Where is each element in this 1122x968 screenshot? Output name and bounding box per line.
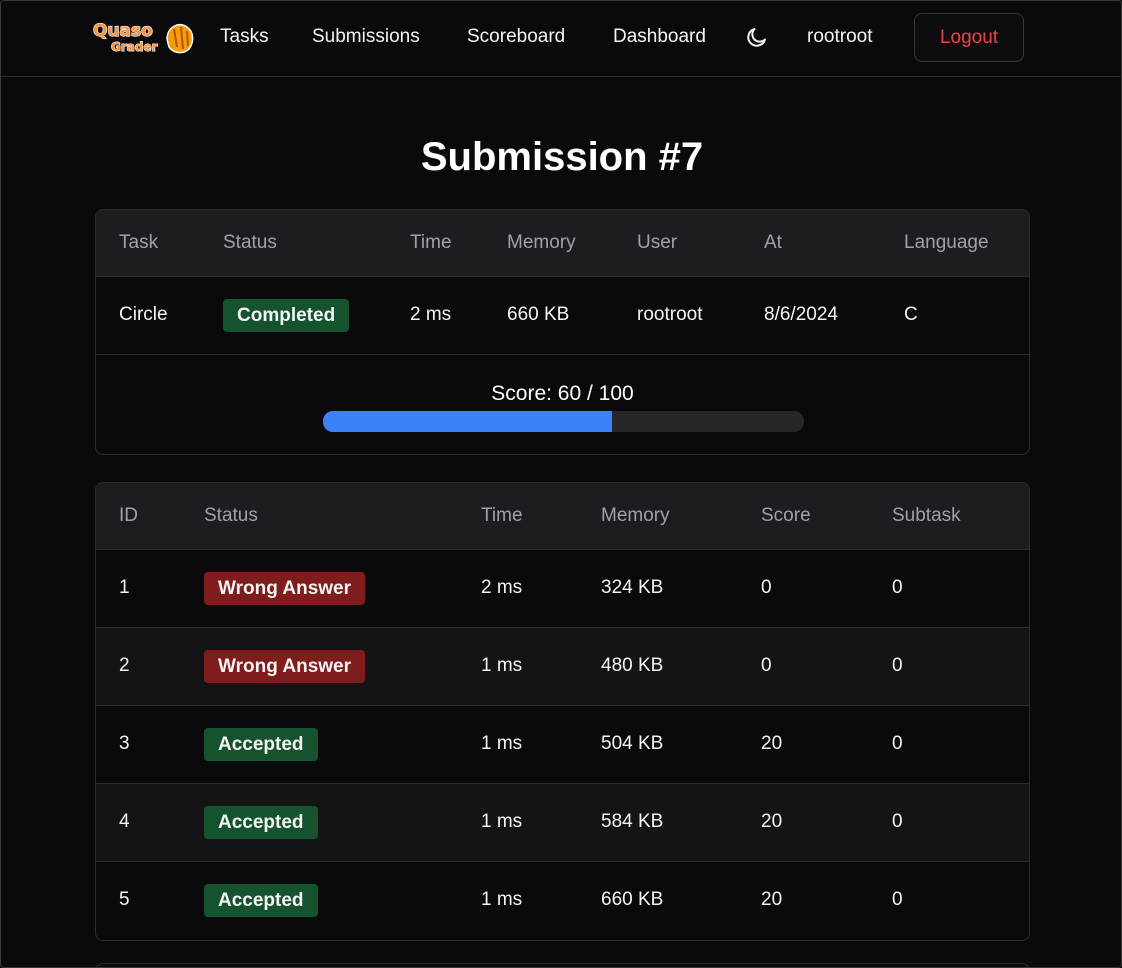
page-title: Submission #7 bbox=[420, 135, 704, 179]
table-row: 5 Accepted 1 ms 660 KB 20 0 bbox=[96, 862, 1029, 940]
testcases-header-row: ID Status Time Memory Score Subtask bbox=[96, 483, 1029, 550]
top-navbar: Quaso Grader Tasks Submissions Scoreboar… bbox=[1, 1, 1121, 77]
next-section-card bbox=[95, 963, 1030, 967]
testcase-score: 20 bbox=[761, 811, 783, 832]
table-row: 2 Wrong Answer 1 ms 480 KB 0 0 bbox=[96, 628, 1029, 706]
testcase-id: 1 bbox=[119, 577, 130, 598]
score-progress-bar bbox=[323, 411, 804, 432]
submitted-at-value: 8/6/2024 bbox=[764, 304, 838, 325]
nav-link-submissions[interactable]: Submissions bbox=[312, 25, 420, 49]
summary-header-row: Task Status Time Memory User At Language bbox=[96, 210, 1029, 277]
status-badge: Accepted bbox=[204, 806, 318, 839]
testcase-time: 1 ms bbox=[481, 733, 523, 754]
app-window: Quaso Grader Tasks Submissions Scoreboar… bbox=[0, 0, 1122, 968]
testcase-memory: 324 KB bbox=[601, 577, 664, 598]
quaso-grader-logo[interactable]: Quaso Grader bbox=[91, 17, 197, 57]
testcases-table-card: ID Status Time Memory Score Subtask 1 Wr… bbox=[95, 482, 1030, 941]
memory-value: 660 KB bbox=[507, 304, 570, 325]
testcase-score: 0 bbox=[761, 655, 772, 676]
testcase-memory: 584 KB bbox=[601, 811, 664, 832]
score-progress-fill bbox=[323, 411, 612, 432]
testcase-time: 1 ms bbox=[481, 811, 523, 832]
score-label: Score: 60 / 100 bbox=[491, 382, 634, 405]
testcase-time: 2 ms bbox=[481, 577, 523, 598]
status-badge: Wrong Answer bbox=[204, 572, 366, 605]
header-status: Status bbox=[204, 505, 258, 526]
testcase-subtask: 0 bbox=[892, 577, 903, 598]
testcase-score: 20 bbox=[761, 733, 783, 754]
status-badge: Wrong Answer bbox=[204, 650, 366, 683]
header-memory: Memory bbox=[507, 232, 576, 253]
table-row: 1 Wrong Answer 2 ms 324 KB 0 0 bbox=[96, 550, 1029, 628]
testcase-memory: 480 KB bbox=[601, 655, 664, 676]
testcase-subtask: 0 bbox=[892, 733, 903, 754]
header-task: Task bbox=[119, 232, 159, 253]
testcase-score: 20 bbox=[761, 889, 783, 910]
table-row: 4 Accepted 1 ms 584 KB 20 0 bbox=[96, 784, 1029, 862]
testcase-time: 1 ms bbox=[481, 655, 523, 676]
testcase-memory: 660 KB bbox=[601, 889, 664, 910]
task-link[interactable]: Circle bbox=[119, 303, 168, 327]
header-time: Time bbox=[481, 505, 523, 526]
table-row: 3 Accepted 1 ms 504 KB 20 0 bbox=[96, 706, 1029, 784]
testcase-time: 1 ms bbox=[481, 889, 523, 910]
summary-row: Circle Completed 2 ms 660 KB rootroot 8/… bbox=[96, 277, 1029, 355]
user-link[interactable]: rootroot bbox=[637, 303, 702, 327]
testcase-subtask: 0 bbox=[892, 811, 903, 832]
testcase-subtask: 0 bbox=[892, 889, 903, 910]
header-time: Time bbox=[410, 232, 452, 253]
header-user: User bbox=[637, 232, 678, 253]
header-memory: Memory bbox=[601, 505, 670, 526]
status-badge: Accepted bbox=[204, 728, 318, 761]
svg-text:Grader: Grader bbox=[111, 40, 158, 54]
user-menu-link[interactable]: rootroot bbox=[807, 25, 872, 49]
nav-link-dashboard[interactable]: Dashboard bbox=[613, 25, 706, 49]
header-id: ID bbox=[119, 505, 138, 526]
nav-link-tasks[interactable]: Tasks bbox=[220, 25, 269, 49]
header-language: Language bbox=[904, 232, 989, 253]
language-value: C bbox=[904, 304, 918, 325]
nav-link-scoreboard[interactable]: Scoreboard bbox=[467, 25, 565, 49]
testcase-subtask: 0 bbox=[892, 655, 903, 676]
testcase-id: 3 bbox=[119, 733, 130, 754]
testcase-score: 0 bbox=[761, 577, 772, 598]
testcase-memory: 504 KB bbox=[601, 733, 664, 754]
testcase-id: 2 bbox=[119, 655, 130, 676]
testcase-id: 4 bbox=[119, 811, 130, 832]
theme-toggle-button[interactable] bbox=[744, 23, 770, 51]
time-value: 2 ms bbox=[410, 304, 452, 325]
submission-summary-card: Task Status Time Memory User At Language… bbox=[95, 209, 1030, 455]
header-at: At bbox=[764, 232, 782, 253]
logout-button[interactable]: Logout bbox=[914, 13, 1024, 62]
status-badge: Completed bbox=[223, 299, 350, 332]
svg-text:Quaso: Quaso bbox=[93, 21, 153, 41]
status-badge: Accepted bbox=[204, 884, 318, 917]
header-status: Status bbox=[223, 232, 277, 253]
header-score: Score bbox=[761, 505, 811, 526]
testcase-id: 5 bbox=[119, 889, 130, 910]
header-subtask: Subtask bbox=[892, 505, 961, 526]
moon-icon bbox=[747, 28, 766, 47]
